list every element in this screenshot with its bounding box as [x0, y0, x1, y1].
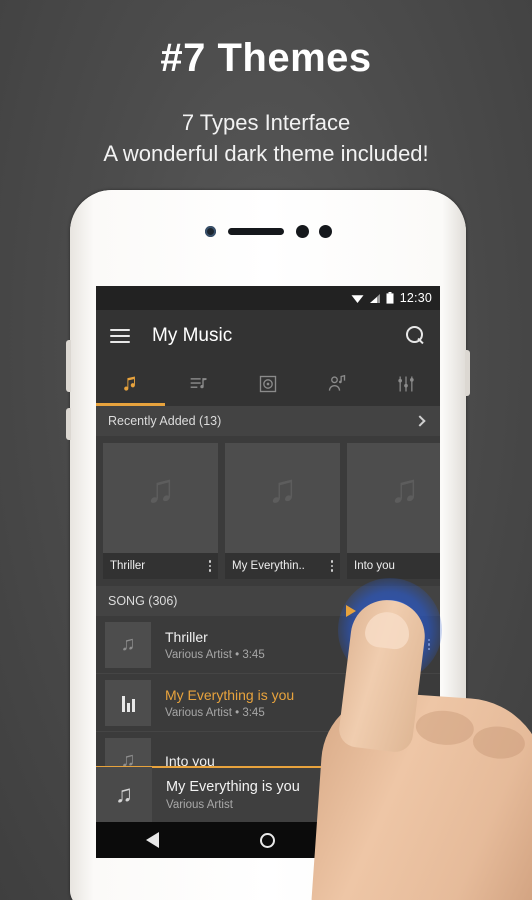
more-vertical-icon[interactable] — [330, 560, 333, 572]
music-note-icon: ♫ — [145, 467, 176, 511]
music-note-icon — [124, 376, 136, 391]
song-artist: Various Artist — [165, 648, 232, 661]
album-card-footer: Thriller — [103, 553, 218, 579]
music-note-icon: ♫ — [267, 467, 298, 511]
phone-screen: 12:30 My Music Recently Added (13) ♫ Thr… — [96, 286, 440, 858]
volume-down-button[interactable] — [66, 408, 71, 440]
song-subtitle: Various Artist • 3:45 — [165, 649, 428, 661]
music-note-icon: ♫ — [389, 467, 420, 511]
back-triangle-icon[interactable] — [146, 832, 160, 848]
promo-header: #7 Themes 7 Types Interface A wonderful … — [0, 0, 532, 169]
signal-icon — [369, 293, 380, 303]
recently-added-header[interactable]: Recently Added (13) — [96, 406, 440, 436]
promo-subtitle-line2: A wonderful dark theme included! — [103, 141, 429, 166]
album-card[interactable]: ♫ Into you — [347, 443, 440, 579]
volume-up-button[interactable] — [66, 340, 71, 392]
artist-icon — [328, 374, 345, 391]
music-note-icon: ♫ — [105, 621, 151, 668]
tab-albums[interactable] — [234, 362, 303, 406]
album-card[interactable]: ♫ Thriller — [103, 443, 218, 579]
status-icons — [351, 292, 394, 304]
album-card-footer: Into you — [347, 553, 440, 579]
tab-equalizer[interactable] — [371, 362, 440, 406]
song-title: My Everything is you — [165, 686, 295, 703]
wifi-icon — [351, 294, 364, 303]
previous-track-icon[interactable]: ⏮ — [398, 780, 428, 810]
album-card-footer: My Everythin.. — [225, 553, 340, 579]
music-note-icon: ♫ — [96, 767, 152, 823]
song-separator: • — [235, 706, 240, 719]
proximity-sensor-icon — [318, 224, 332, 238]
app-action-bar: My Music — [96, 310, 440, 362]
tab-playlists[interactable] — [165, 362, 234, 406]
phone-earpiece-row — [70, 220, 466, 242]
promo-subtitle-line1: 7 Types Interface — [181, 110, 351, 135]
mini-player-meta: My Everything is you Various Artist — [166, 779, 398, 811]
mini-player-title: My Everything is you — [166, 779, 300, 795]
chevron-right-icon[interactable] — [414, 415, 426, 427]
app-title: My Music — [152, 325, 233, 346]
more-vertical-icon[interactable] — [427, 638, 430, 651]
earpiece-speaker — [227, 227, 284, 235]
eq-bars — [121, 694, 135, 712]
page-title: #7 Themes — [160, 36, 372, 80]
album-card-label: My Everythin.. — [232, 560, 305, 572]
album-disc-icon — [259, 375, 277, 393]
song-section-header: SONG (306) — [96, 586, 440, 616]
recents-square-icon[interactable] — [375, 833, 390, 847]
phone-mockup: 12:30 My Music Recently Added (13) ♫ Thr… — [66, 190, 470, 900]
equalizer-icon — [397, 376, 414, 392]
status-clock: 12:30 — [399, 291, 432, 305]
table-row[interactable]: ♫ Thriller Various Artist • 3:45 — [96, 616, 440, 674]
song-duration: 3:45 — [242, 648, 265, 661]
promo-subtitle: 7 Types Interface A wonderful dark theme… — [0, 107, 532, 169]
android-nav-bar — [96, 822, 440, 858]
song-separator: • — [235, 648, 240, 661]
tab-active-indicator — [96, 403, 165, 406]
tab-songs[interactable] — [96, 362, 165, 406]
tab-bar — [96, 362, 440, 406]
song-section-label: SONG (306) — [108, 594, 178, 608]
home-circle-icon[interactable] — [259, 832, 275, 848]
song-duration: 3:45 — [242, 706, 265, 719]
front-sensor-icon — [204, 225, 216, 237]
album-card-label: Into you — [354, 560, 395, 572]
equalizer-playing-icon — [105, 679, 151, 726]
tab-artists[interactable] — [302, 362, 371, 406]
front-camera-icon — [295, 224, 309, 238]
song-meta: Thriller Various Artist • 3:45 — [165, 629, 428, 661]
album-card[interactable]: ♫ My Everythin.. — [225, 443, 340, 579]
mini-player-bar[interactable]: ♫ My Everything is you Various Artist ⏮ — [96, 766, 440, 823]
hamburger-menu-icon[interactable] — [110, 329, 130, 343]
song-subtitle: Various Artist • 3:45 — [165, 707, 428, 719]
more-vertical-icon[interactable] — [208, 560, 211, 572]
song-meta: My Everything is you Various Artist • 3:… — [165, 687, 428, 719]
playlist-icon — [190, 378, 207, 389]
mini-player-artist: Various Artist — [166, 799, 233, 811]
song-title: Thriller — [165, 628, 208, 645]
album-card-label: Thriller — [110, 560, 146, 572]
table-row[interactable]: My Everything is you Various Artist • 3:… — [96, 674, 440, 732]
battery-icon — [386, 292, 394, 304]
recently-added-cards: ♫ Thriller ♫ My Everythin.. ♫ Into you — [96, 436, 440, 586]
song-artist: Various Artist — [165, 706, 232, 719]
search-icon[interactable] — [406, 326, 426, 346]
recently-added-label: Recently Added (13) — [108, 414, 222, 428]
status-bar: 12:30 — [96, 286, 440, 310]
more-vertical-icon[interactable] — [427, 754, 430, 767]
power-button[interactable] — [465, 350, 470, 396]
hand-knuckle — [471, 724, 526, 761]
more-vertical-icon[interactable] — [427, 696, 430, 709]
